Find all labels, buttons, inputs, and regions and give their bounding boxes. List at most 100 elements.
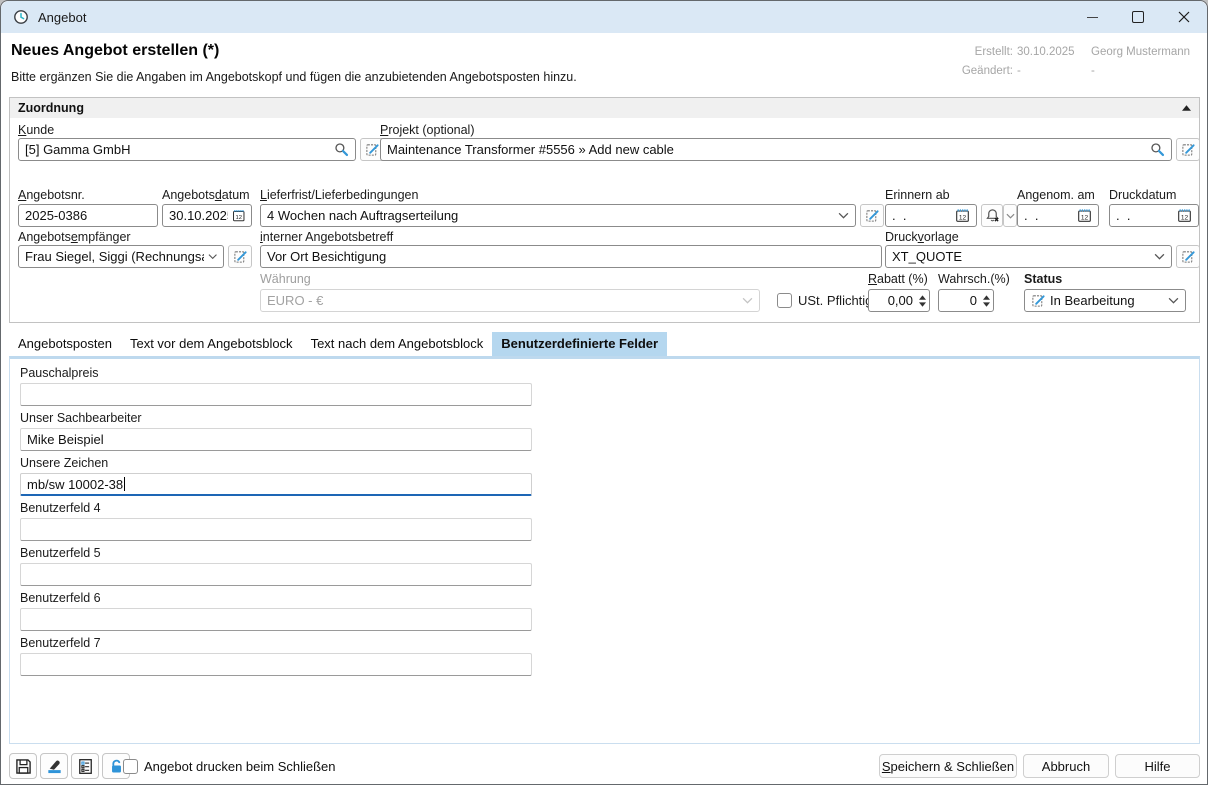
tab-text-nach-angebotsblock[interactable]: Text nach dem Angebotsblock [302, 332, 493, 356]
spin-up-icon[interactable] [919, 295, 926, 300]
edit-icon [233, 249, 248, 264]
rabatt-spinner-input[interactable]: 0,00 [868, 289, 930, 312]
reminder-options-dropdown[interactable] [1003, 204, 1017, 227]
chevron-down-icon [1006, 213, 1015, 219]
lieferfrist-combobox[interactable]: 4 Wochen nach Auftragserteilung [260, 204, 856, 227]
edit-icon [365, 142, 380, 157]
svg-text:12: 12 [1181, 215, 1189, 222]
spin-up-icon[interactable] [983, 295, 990, 300]
druckvorlage-combobox[interactable]: XT_QUOTE [885, 245, 1172, 268]
unser-sachbearbeiter-input[interactable]: Mike Beispiel [20, 428, 532, 451]
search-icon[interactable] [334, 142, 349, 157]
edit-icon [865, 208, 880, 223]
benutzerfeld6-input[interactable] [20, 608, 532, 631]
collapse-group-button[interactable] [1182, 105, 1191, 111]
created-label: Erstellt: [955, 46, 1013, 65]
angebotsempfaenger-edit-button[interactable] [228, 245, 252, 268]
created-by: Georg Mustermann [1089, 46, 1197, 65]
angebotsdatum-input[interactable]: 30.10.2025 12 [162, 204, 252, 227]
tab-text-vor-angebotsblock[interactable]: Text vor dem Angebotsblock [121, 332, 302, 356]
search-icon[interactable] [1150, 142, 1165, 157]
zuordnung-title: Zuordnung [18, 101, 84, 115]
druckdatum-label: Druckdatum [1109, 188, 1176, 202]
report-icon [77, 758, 94, 775]
ust-pflichtig-label: USt. Pflichtig [798, 293, 872, 308]
hilfe-button[interactable]: Hilfe [1115, 754, 1200, 778]
reminder-dismiss-button[interactable] [981, 204, 1003, 227]
benutzerfeld4-label: Benutzerfeld 4 [20, 501, 101, 515]
druckdatum-date-input[interactable]: . . 12 [1109, 204, 1199, 227]
calendar-icon[interactable]: 12 [1177, 208, 1192, 223]
calendar-icon[interactable]: 12 [1077, 208, 1092, 223]
stamp-icon [46, 758, 63, 775]
save-button[interactable] [9, 753, 37, 779]
angebot-window: Angebot Neues Angebot erstellen (*) Bitt… [0, 0, 1208, 785]
benutzerfeld7-label: Benutzerfeld 7 [20, 636, 101, 650]
status-combobox[interactable]: In Bearbeitung [1024, 289, 1186, 312]
waehrung-combobox-disabled: EURO - € [260, 289, 760, 312]
projekt-input[interactable]: Maintenance Transformer #5556 » Add new … [380, 138, 1172, 161]
kunde-input[interactable]: [5] Gamma GmbH [18, 138, 356, 161]
wahrsch-spinner-input[interactable]: 0 [938, 289, 994, 312]
kunde-label: Kunde [18, 123, 54, 137]
status-label: Status [1024, 272, 1062, 286]
modified-label: Geändert: [955, 65, 1013, 84]
maximize-icon [1132, 11, 1144, 23]
angebotsnr-label: Angebotsnr. [18, 188, 85, 202]
page-subtitle: Bitte ergänzen Sie die Angaben im Angebo… [11, 70, 577, 84]
angenom-am-date-input[interactable]: . . 12 [1017, 204, 1099, 227]
abbruch-button[interactable]: Abbruch [1023, 754, 1109, 778]
print-on-close-checkbox[interactable] [123, 759, 138, 774]
druckvorlage-label: Druckvorlage [885, 230, 959, 244]
wahrsch-label: Wahrsch.(%) [938, 272, 1010, 286]
stamp-button[interactable] [40, 753, 68, 779]
unlock-icon [108, 758, 125, 775]
unsere-zeichen-input[interactable]: mb/sw 10002-38 [20, 473, 532, 496]
modified-by: - [1089, 65, 1197, 84]
benutzerfeld5-label: Benutzerfeld 5 [20, 546, 101, 560]
tab-strip: Angebotsposten Text vor dem Angebotsbloc… [9, 332, 667, 356]
tab-benutzerdefinierte-felder[interactable]: Benutzerdefinierte Felder [492, 332, 667, 356]
projekt-edit-button[interactable] [1176, 138, 1200, 161]
text-caret [124, 477, 125, 491]
benutzerdefinierte-felder-panel: Pauschalpreis Unser Sachbearbeiter Mike … [9, 356, 1200, 744]
erinnern-ab-date-input[interactable]: . . 12 [885, 204, 977, 227]
clock-app-icon [13, 9, 29, 25]
betreff-label: interner Angebotsbetreff [260, 230, 393, 244]
print-on-close-label: Angebot drucken beim Schließen [144, 759, 336, 774]
spin-down-icon[interactable] [983, 302, 990, 307]
calendar-icon[interactable]: 12 [955, 208, 970, 223]
chevron-down-icon [838, 212, 849, 219]
close-button[interactable] [1161, 1, 1207, 33]
titlebar: Angebot [1, 1, 1207, 33]
projekt-label: Projekt (optional) [380, 123, 475, 137]
record-meta: Erstellt: 30.10.2025 Georg Mustermann Ge… [955, 46, 1197, 84]
benutzerfeld4-input[interactable] [20, 518, 532, 541]
waehrung-label: Währung [260, 272, 311, 286]
tab-angebotsposten[interactable]: Angebotsposten [9, 332, 121, 356]
benutzerfeld7-input[interactable] [20, 653, 532, 676]
ust-pflichtig-checkbox[interactable] [777, 293, 792, 308]
collapse-arrow-icon [1182, 105, 1191, 111]
report-button[interactable] [71, 753, 99, 779]
calendar-icon[interactable]: 12 [232, 208, 245, 223]
angebotsnr-input[interactable]: 2025-0386 [18, 204, 158, 227]
maximize-button[interactable] [1115, 1, 1161, 33]
angebotsempfaenger-combobox[interactable]: Frau Siegel, Siggi (Rechnungsadres [18, 245, 224, 268]
rabatt-label: Rabatt (%) [868, 272, 928, 286]
minimize-button[interactable] [1069, 1, 1115, 33]
lieferfrist-edit-button[interactable] [860, 204, 884, 227]
erinnern-ab-label: Erinnern ab [885, 188, 950, 202]
edit-icon [1181, 249, 1196, 264]
druckvorlage-edit-button[interactable] [1176, 245, 1200, 268]
pauschalpreis-input[interactable] [20, 383, 532, 406]
close-icon [1178, 11, 1190, 23]
speichern-schliessen-button[interactable]: Speichern & Schließen [879, 754, 1017, 778]
chevron-down-icon [742, 297, 753, 304]
page-title: Neues Angebot erstellen (*) [11, 42, 219, 60]
betreff-input[interactable]: Vor Ort Besichtigung [260, 245, 882, 268]
chevron-down-icon [1168, 297, 1179, 304]
lieferfrist-label: Lieferfrist/Lieferbedingungen [260, 188, 418, 202]
benutzerfeld5-input[interactable] [20, 563, 532, 586]
spin-down-icon[interactable] [919, 302, 926, 307]
